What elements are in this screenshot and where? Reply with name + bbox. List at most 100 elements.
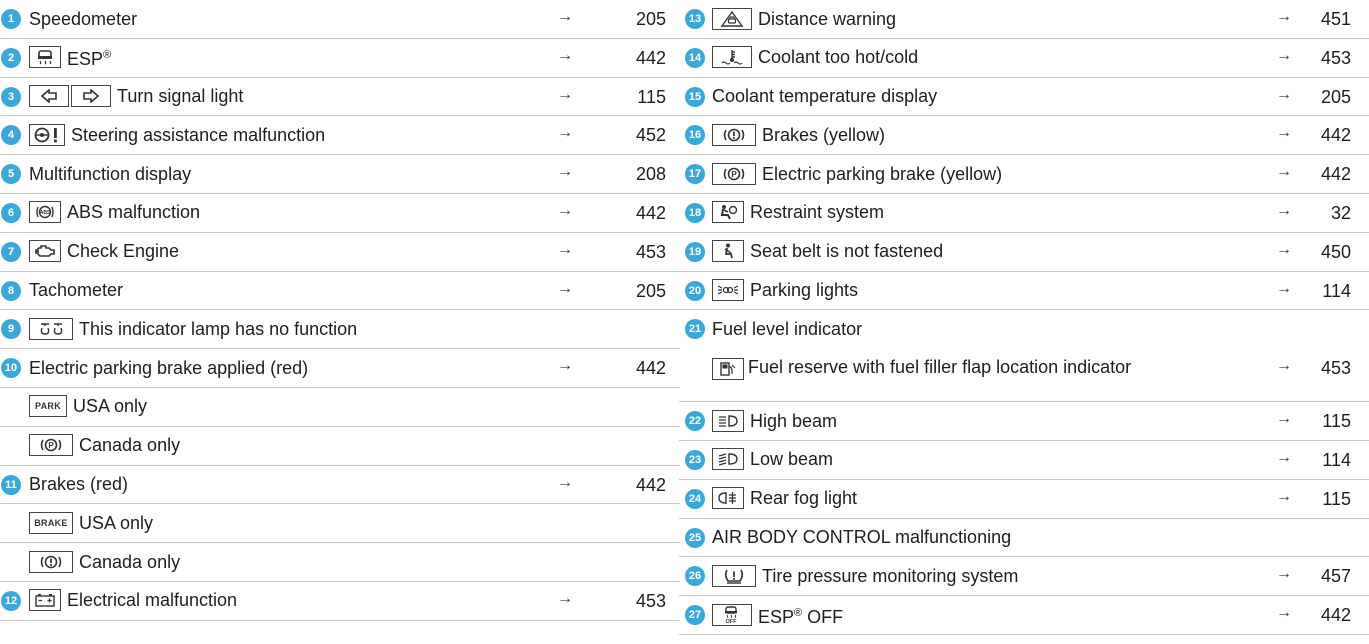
page-reference[interactable]: 442 <box>1291 164 1351 185</box>
arrow-icon: → <box>1276 163 1292 181</box>
list-item: BRAKE USA only <box>0 504 680 544</box>
item-label: ESP <box>67 49 104 70</box>
list-item: 8 Tachometer → 205 <box>0 272 680 311</box>
arrow-icon: → <box>557 46 573 64</box>
page-reference[interactable]: 115 <box>1291 411 1351 432</box>
list-item: P Canada only <box>0 427 680 466</box>
list-item: 6 ABS ABS malfunction → 442 <box>0 194 680 233</box>
page-reference[interactable]: 452 <box>606 125 666 146</box>
item-label: Distance warning <box>758 8 897 29</box>
page-reference[interactable]: 442 <box>606 203 666 224</box>
svg-text:OFF: OFF <box>726 619 738 624</box>
list-item: 13 Distance warning → 451 <box>679 0 1369 39</box>
arrow-icon: → <box>1276 85 1292 103</box>
item-number-badge: 15 <box>685 86 705 107</box>
page-reference[interactable]: 114 <box>1291 281 1351 302</box>
list-item: 25 AIR BODY CONTROL malfunctioning <box>679 519 1369 558</box>
list-item: 14 Coolant too hot/cold → 453 <box>679 39 1369 78</box>
page-reference[interactable]: 453 <box>606 591 666 612</box>
list-item: 11 Brakes (red) → 442 <box>0 466 680 505</box>
parking-brake-icon: P <box>712 162 756 185</box>
list-item: 24 Rear fog light → 115 <box>679 480 1369 519</box>
page-reference[interactable]: 208 <box>606 164 666 185</box>
page-reference[interactable]: 115 <box>606 87 666 108</box>
registered-mark: ® <box>794 606 803 619</box>
page-reference[interactable]: 114 <box>1291 450 1351 471</box>
battery-icon <box>29 589 61 612</box>
brake-warning-icon <box>29 550 73 573</box>
item-label: Check Engine <box>67 241 180 262</box>
page-reference[interactable]: 457 <box>1291 566 1351 587</box>
parking-lights-icon <box>712 279 744 302</box>
page-reference[interactable]: 442 <box>606 48 666 69</box>
list-item: PARK USA only <box>0 388 680 427</box>
item-number-badge: 21 <box>685 319 705 340</box>
abs-icon: ABS <box>29 201 61 224</box>
right-column: 13 Distance warning → 451 14 Coolant too… <box>679 0 1369 635</box>
item-label: ABS malfunction <box>67 202 201 223</box>
arrow-icon: → <box>1276 487 1292 505</box>
list-item: 12 Electrical malfunction → 453 <box>0 582 680 621</box>
arrow-icon: → <box>1276 279 1292 297</box>
list-item: 1 Speedometer → 205 <box>0 0 680 39</box>
page-reference[interactable]: 205 <box>606 9 666 30</box>
svg-text:P: P <box>731 170 737 179</box>
item-label: Parking lights <box>750 280 859 301</box>
item-number-badge: 5 <box>1 164 21 185</box>
page-reference[interactable]: 442 <box>606 475 666 496</box>
item-number-badge: 11 <box>1 474 21 495</box>
page-reference[interactable]: 442 <box>1291 605 1351 626</box>
item-number-badge: 14 <box>685 47 705 68</box>
page-reference[interactable]: 32 <box>1291 203 1351 224</box>
arrow-icon: → <box>557 357 573 375</box>
list-item: 27 OFF ESP® OFF → 442 <box>679 596 1369 635</box>
arrow-icon: → <box>557 124 573 142</box>
list-item: 7 Check Engine → 453 <box>0 233 680 272</box>
arrow-icon: → <box>1276 604 1292 622</box>
item-number-badge: 22 <box>685 411 705 432</box>
arrow-icon: → <box>557 201 573 219</box>
list-item: Canada only <box>0 543 680 582</box>
list-item: 9 This indicator lamp has no function <box>0 310 680 350</box>
list-item: 5 Multifunction display → 208 <box>0 155 680 194</box>
list-item: 19 Seat belt is not fastened → 450 <box>679 233 1369 272</box>
arrow-icon: → <box>1276 448 1292 466</box>
item-label: Electric parking brake applied (red) <box>29 357 309 378</box>
list-item: 2 ESP® → 442 <box>0 39 680 78</box>
page-reference[interactable]: 205 <box>1291 87 1351 108</box>
brake-warning-icon <box>712 123 756 146</box>
arrow-icon: → <box>1276 410 1292 428</box>
turn-signal-left-icon <box>29 85 69 108</box>
item-label: Coolant temperature display <box>712 86 938 107</box>
item-label: Electric parking brake (yellow) <box>762 163 1003 184</box>
page-reference[interactable]: 453 <box>1291 358 1351 379</box>
page-reference[interactable]: 442 <box>606 358 666 379</box>
item-label: Canada only <box>79 551 181 572</box>
item-label: Seat belt is not fastened <box>750 241 944 262</box>
item-number-badge: 6 <box>1 202 21 223</box>
glow-plug-icon <box>29 317 73 340</box>
svg-text:ABS: ABS <box>40 210 51 216</box>
registered-mark: ® <box>103 49 112 62</box>
item-label: Coolant too hot/cold <box>758 47 919 68</box>
page-reference[interactable]: 115 <box>1291 489 1351 510</box>
page-reference[interactable]: 205 <box>606 281 666 302</box>
item-label: Tachometer <box>29 280 124 301</box>
list-item: 15 Coolant temperature display → 205 <box>679 78 1369 117</box>
page-reference[interactable]: 453 <box>606 242 666 263</box>
esp-off-icon: OFF <box>712 603 752 626</box>
page-reference[interactable]: 451 <box>1291 9 1351 30</box>
left-column: 1 Speedometer → 205 2 ESP® → 442 3 Turn … <box>0 0 680 621</box>
item-number-badge: 23 <box>685 449 705 470</box>
page-reference[interactable]: 442 <box>1291 125 1351 146</box>
item-label: Steering assistance malfunction <box>71 124 326 145</box>
arrow-icon: → <box>557 8 573 25</box>
steering-malfunction-icon <box>29 123 65 146</box>
arrow-icon: → <box>557 589 573 607</box>
page-reference[interactable]: 450 <box>1291 242 1351 263</box>
page-reference[interactable]: 453 <box>1291 48 1351 69</box>
fuel-reserve-icon <box>712 358 744 381</box>
arrow-icon: → <box>1276 240 1292 258</box>
parking-brake-icon: P <box>29 434 73 457</box>
item-label: ESP <box>758 606 795 627</box>
